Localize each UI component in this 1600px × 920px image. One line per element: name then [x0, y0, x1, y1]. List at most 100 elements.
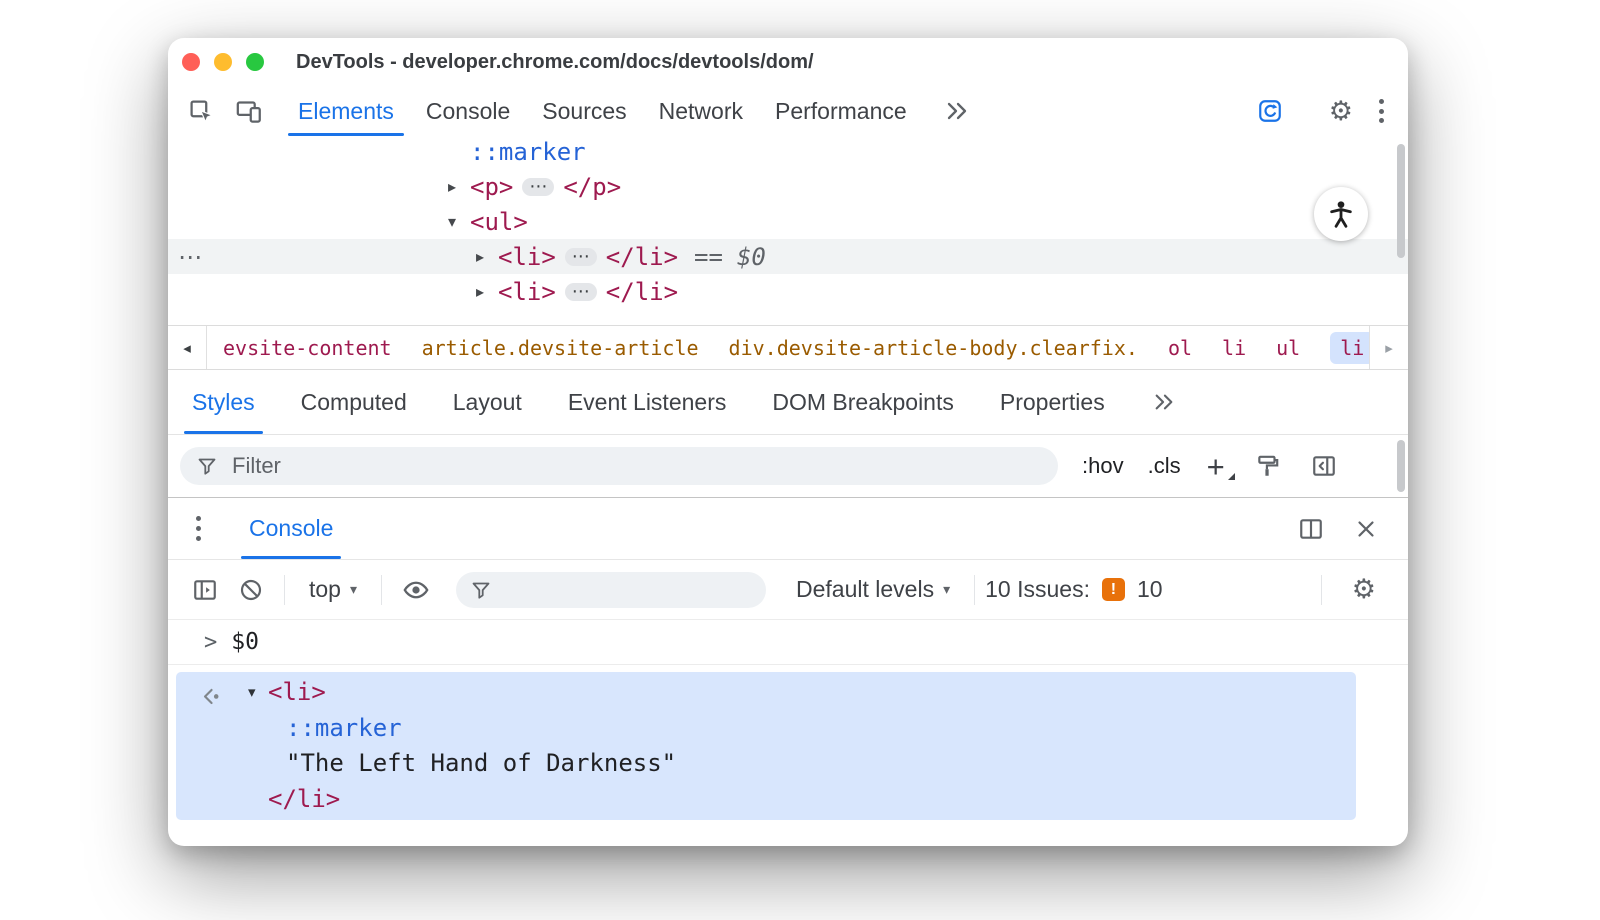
- log-levels-selector[interactable]: Default levels ▾: [796, 576, 950, 603]
- dollar-zero-hint: $0: [736, 242, 766, 271]
- close-window-button[interactable]: [182, 53, 200, 71]
- chevron-down-icon: ▾: [943, 581, 951, 598]
- breadcrumb-item[interactable]: evsite-content: [223, 336, 392, 360]
- tab-styles[interactable]: Styles: [182, 370, 265, 434]
- tag-close: </p>: [563, 172, 622, 201]
- zoom-window-button[interactable]: [246, 53, 264, 71]
- console-drawer-header: Console: [168, 497, 1408, 560]
- console-prompt-icon: >: [204, 629, 218, 655]
- close-drawer-icon[interactable]: [1354, 517, 1378, 541]
- settings-gear-icon[interactable]: ⚙: [1329, 96, 1353, 127]
- tab-computed[interactable]: Computed: [291, 370, 417, 434]
- tree-row-p[interactable]: ▸ <p> ⋯ </p>: [168, 169, 1408, 204]
- breadcrumb-forward-icon[interactable]: ▸: [1369, 326, 1408, 369]
- inspect-icon[interactable]: [188, 98, 215, 125]
- execution-context-selector[interactable]: top ▾: [309, 576, 357, 603]
- breadcrumb-list: evsite-content article.devsite-article d…: [207, 326, 1369, 369]
- breadcrumb-item[interactable]: ul: [1276, 336, 1300, 360]
- drawer-menu-icon[interactable]: [196, 514, 201, 543]
- breadcrumb-item[interactable]: li: [1222, 336, 1246, 360]
- tree-row-li[interactable]: ▸ <li> ⋯ </li>: [168, 274, 1408, 309]
- elements-scrollbar[interactable]: [1397, 144, 1405, 258]
- filter-funnel-icon: [470, 579, 492, 601]
- tab-console[interactable]: Console: [410, 86, 526, 136]
- dock-sidebar-icon[interactable]: [1311, 453, 1337, 479]
- panel-tabs: Elements Console Sources Network Perform…: [282, 86, 923, 136]
- window-title: DevTools - developer.chrome.com/docs/dev…: [296, 50, 814, 73]
- result-text-node: "The Left Hand of Darkness": [286, 749, 677, 777]
- tag-open: <p>: [470, 172, 514, 201]
- tag-open: <li>: [498, 277, 556, 306]
- tab-event-listeners[interactable]: Event Listeners: [558, 370, 737, 434]
- console-eval-result: ▾ <li> ::marker "The Left Hand of Darkne…: [176, 672, 1356, 820]
- tab-network[interactable]: Network: [643, 86, 759, 136]
- tree-row-ul[interactable]: ▾ <ul>: [168, 204, 1408, 239]
- titlebar: DevTools - developer.chrome.com/docs/dev…: [168, 38, 1408, 86]
- divider: [974, 574, 976, 605]
- split-panel-icon[interactable]: [1298, 516, 1324, 542]
- result-tag-close: </li>: [268, 785, 341, 813]
- toggle-element-state-button[interactable]: :hov: [1082, 453, 1124, 479]
- clear-console-icon[interactable]: [238, 577, 264, 603]
- tree-row-li-selected[interactable]: ⋯ ▸ <li> ⋯ </li> == $0: [168, 239, 1408, 274]
- tab-performance[interactable]: Performance: [759, 86, 923, 136]
- console-toolbar: top ▾ Default levels ▾ 10 Issues: ! 10 ⚙: [168, 560, 1408, 620]
- tab-dom-breakpoints[interactable]: DOM Breakpoints: [762, 370, 964, 434]
- breadcrumb: ◂ evsite-content article.devsite-article…: [168, 325, 1408, 370]
- issues-label: 10 Issues:: [985, 576, 1090, 602]
- levels-label: Default levels: [796, 576, 935, 602]
- tree-row-marker[interactable]: ::marker: [168, 136, 1408, 169]
- ellipsis-button[interactable]: ⋯: [564, 282, 597, 301]
- expand-arrow-icon[interactable]: ▸: [476, 282, 498, 301]
- styles-tab-bar: Styles Computed Layout Event Listeners D…: [168, 370, 1408, 435]
- styles-scrollbar[interactable]: [1397, 440, 1405, 492]
- breadcrumb-item-selected[interactable]: li: [1330, 331, 1369, 364]
- expand-arrow-icon[interactable]: ▸: [448, 177, 470, 196]
- console-filter-field[interactable]: [456, 571, 795, 608]
- element-classes-button[interactable]: .cls: [1148, 453, 1181, 479]
- eye-icon[interactable]: [402, 576, 430, 604]
- breadcrumb-item[interactable]: div.devsite-article-body.clearfix.: [729, 336, 1138, 360]
- issues-button[interactable]: 10 Issues: ! 10: [985, 576, 1162, 603]
- tab-elements[interactable]: Elements: [282, 86, 410, 136]
- accessibility-overlay-button[interactable]: [1314, 187, 1368, 241]
- pseudo-element-label: ::marker: [470, 137, 586, 166]
- context-label: top: [309, 576, 341, 602]
- expand-arrow-icon[interactable]: ▸: [476, 247, 498, 266]
- more-styles-tabs-icon[interactable]: [1151, 370, 1177, 434]
- console-eval-row: > $0: [168, 620, 1408, 665]
- tab-properties[interactable]: Properties: [990, 370, 1115, 434]
- result-pseudo-element: ::marker: [286, 714, 402, 742]
- drawer-tab-console[interactable]: Console: [237, 498, 345, 559]
- row-overflow-icon[interactable]: ⋯: [178, 243, 202, 271]
- breadcrumb-back-icon[interactable]: ◂: [168, 326, 207, 369]
- console-filter-input[interactable]: [502, 575, 795, 604]
- divider: [1320, 574, 1322, 605]
- refresh-square-icon[interactable]: [1257, 98, 1283, 124]
- ellipsis-button[interactable]: ⋯: [522, 177, 555, 196]
- ellipsis-button[interactable]: ⋯: [564, 247, 597, 266]
- devtools-window: DevTools - developer.chrome.com/docs/dev…: [168, 38, 1408, 846]
- return-value-icon: [198, 684, 224, 716]
- more-options-icon[interactable]: [1379, 96, 1384, 125]
- collapse-arrow-icon[interactable]: ▾: [448, 212, 470, 231]
- styles-filter-input[interactable]: [230, 452, 1042, 480]
- accessibility-person-icon: [1325, 198, 1357, 230]
- more-panels-icon[interactable]: [943, 99, 971, 123]
- result-tag-open: <li>: [268, 678, 326, 706]
- breadcrumb-item[interactable]: ol: [1168, 336, 1192, 360]
- styles-filter-bar: :hov .cls +: [168, 435, 1408, 497]
- console-sidebar-icon[interactable]: [192, 577, 218, 603]
- tab-sources[interactable]: Sources: [526, 86, 642, 136]
- tab-layout[interactable]: Layout: [443, 370, 532, 434]
- filter-funnel-icon: [196, 455, 218, 477]
- device-toolbar-icon[interactable]: [235, 98, 262, 125]
- console-settings-gear-icon[interactable]: ⚙: [1352, 574, 1376, 605]
- styles-filter-field[interactable]: [180, 447, 1058, 485]
- new-style-rule-button[interactable]: +: [1207, 451, 1235, 482]
- minimize-window-button[interactable]: [214, 53, 232, 71]
- divider: [284, 574, 285, 605]
- collapse-arrow-icon[interactable]: ▾: [248, 683, 268, 701]
- paint-roller-icon[interactable]: [1255, 453, 1281, 479]
- breadcrumb-item[interactable]: article.devsite-article: [422, 336, 699, 360]
